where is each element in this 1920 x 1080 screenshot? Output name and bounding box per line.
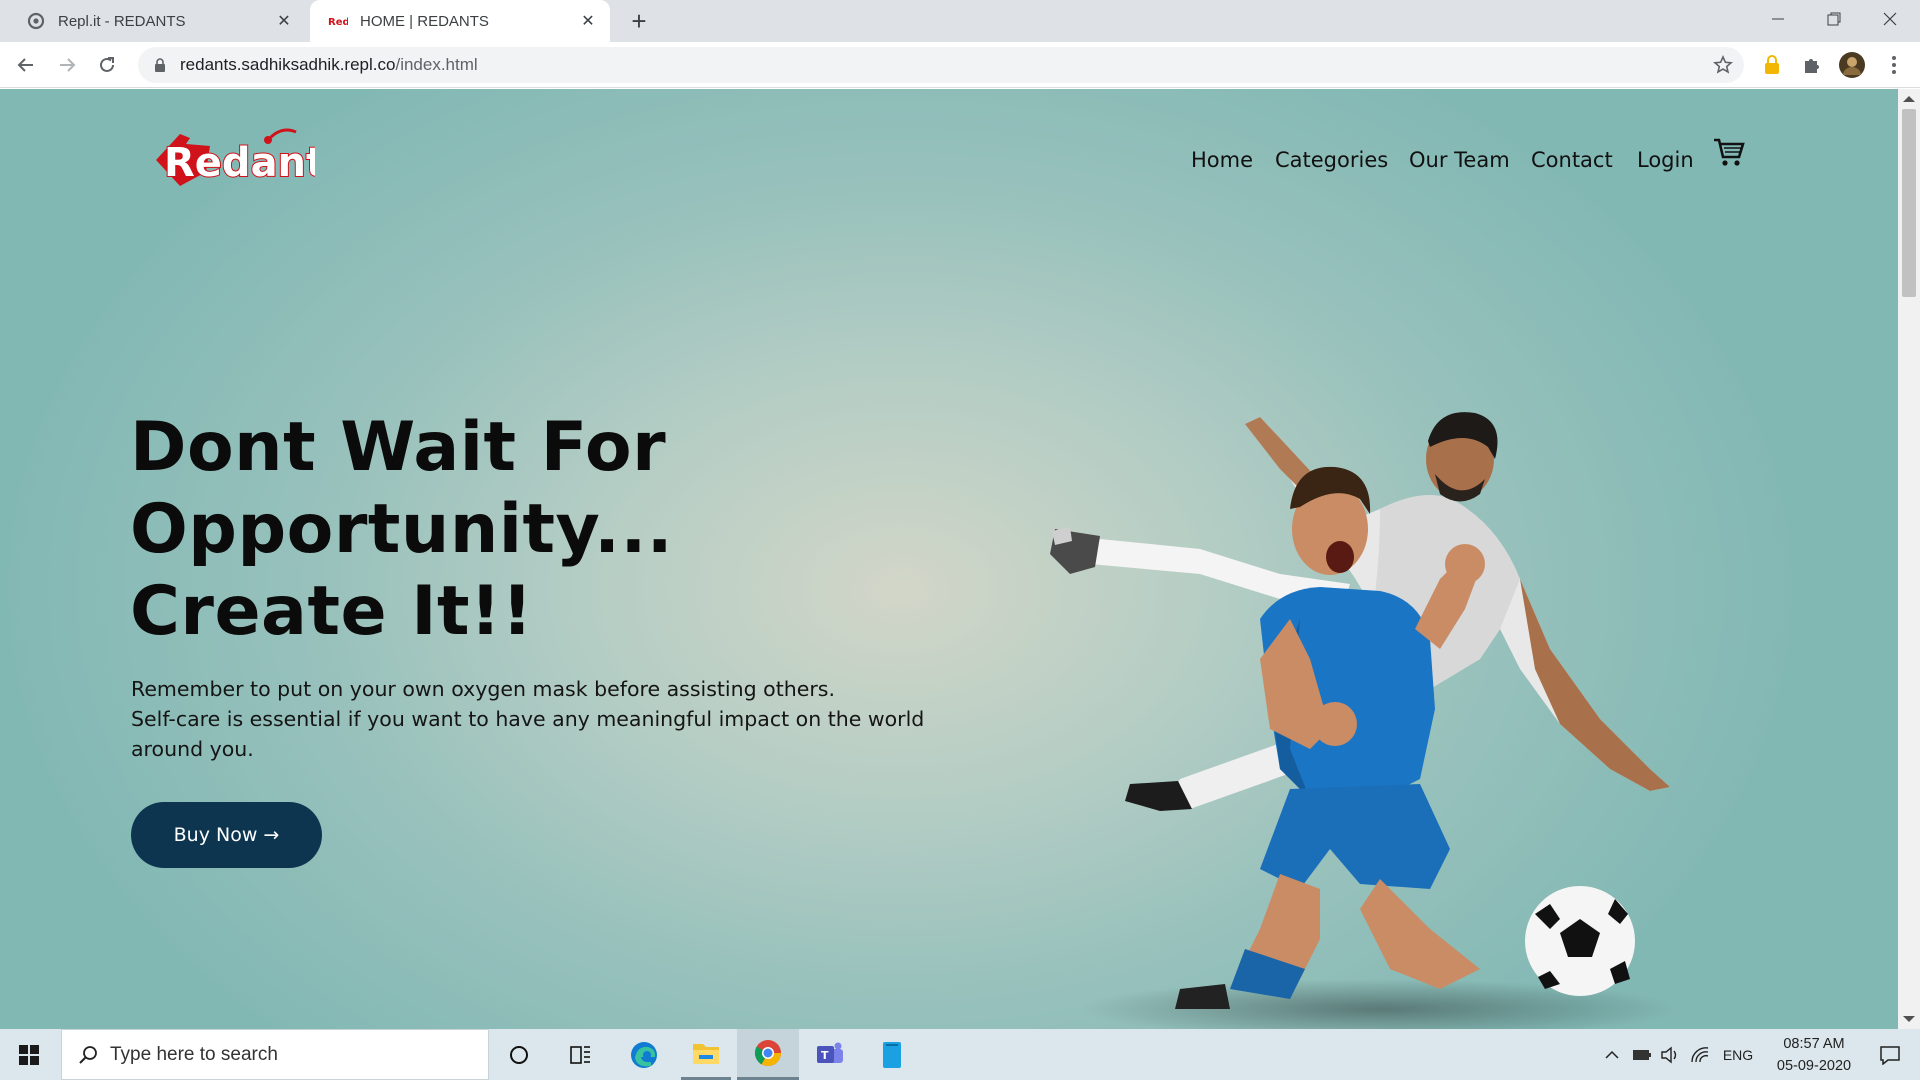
windows-start-icon[interactable] bbox=[0, 1029, 58, 1080]
browser-toolbar: redants.sadhiksadhik.repl.co/index.html bbox=[0, 42, 1920, 88]
nav-home[interactable]: Home bbox=[1191, 148, 1253, 172]
cortana-icon[interactable] bbox=[495, 1029, 543, 1080]
url-path: /index.html bbox=[395, 55, 478, 74]
redant-logo[interactable]: Redant bbox=[150, 124, 326, 192]
scroll-up-arrow-icon[interactable] bbox=[1903, 96, 1915, 102]
hero-subtext: Remember to put on your own oxygen mask … bbox=[131, 674, 931, 764]
teams-icon[interactable]: T bbox=[805, 1029, 855, 1080]
headline-line: Dont Wait For bbox=[130, 408, 667, 487]
bookmark-star-icon[interactable] bbox=[1712, 54, 1734, 76]
scroll-down-arrow-icon[interactable] bbox=[1903, 1016, 1915, 1022]
tray-chevron-up-icon[interactable] bbox=[1600, 1029, 1624, 1080]
notifications-icon[interactable] bbox=[1866, 1029, 1914, 1080]
subtext-line: Remember to put on your own oxygen mask … bbox=[131, 677, 835, 701]
edge-icon[interactable] bbox=[619, 1029, 669, 1080]
menu-kebab-icon[interactable] bbox=[1882, 53, 1906, 77]
scroll-thumb[interactable] bbox=[1902, 109, 1916, 297]
tab-title: Repl.it - REDANTS bbox=[58, 12, 186, 30]
file-explorer-icon[interactable] bbox=[681, 1029, 731, 1080]
restore-button[interactable] bbox=[1806, 0, 1862, 38]
tab-replit[interactable]: Repl.it - REDANTS ✕ bbox=[8, 0, 306, 42]
clock-time: 08:57 AM bbox=[1783, 1036, 1845, 1052]
extensions-puzzle-icon[interactable] bbox=[1800, 53, 1824, 77]
svg-text:Redant: Redant bbox=[164, 140, 315, 186]
lock-icon bbox=[152, 57, 168, 73]
tab-home[interactable]: Red HOME | REDANTS ✕ bbox=[310, 0, 610, 42]
close-window-button[interactable] bbox=[1862, 0, 1918, 38]
page-scrollbar[interactable] bbox=[1898, 89, 1920, 1029]
chrome-icon[interactable] bbox=[737, 1029, 799, 1080]
buy-now-button[interactable]: Buy Now → bbox=[131, 802, 322, 868]
reload-icon[interactable] bbox=[91, 49, 123, 81]
volume-icon[interactable] bbox=[1656, 1029, 1684, 1080]
address-bar[interactable]: redants.sadhiksadhik.repl.co/index.html bbox=[138, 47, 1744, 83]
tab-strip: Repl.it - REDANTS ✕ Red HOME | REDANTS ✕… bbox=[0, 0, 1920, 42]
redant-favicon: Red bbox=[328, 11, 348, 31]
wifi-icon[interactable] bbox=[1686, 1029, 1714, 1080]
taskbar-clock[interactable]: 08:57 AM 05-09-2020 bbox=[1764, 1033, 1864, 1077]
football-players-image bbox=[1050, 412, 1680, 1029]
nav-contact[interactable]: Contact bbox=[1531, 148, 1613, 172]
subtext-line: around you. bbox=[131, 737, 254, 761]
url-host: redants.sadhiksadhik.repl.co bbox=[180, 55, 396, 74]
forward-icon[interactable] bbox=[51, 49, 83, 81]
battery-icon[interactable] bbox=[1628, 1029, 1656, 1080]
minimize-button[interactable] bbox=[1750, 0, 1806, 38]
cart-icon[interactable] bbox=[1712, 135, 1746, 169]
headline-line: Opportunity... bbox=[130, 490, 674, 569]
url-text: redants.sadhiksadhik.repl.co/index.html bbox=[180, 55, 478, 75]
notes-app-icon[interactable] bbox=[867, 1029, 917, 1080]
search-placeholder: Type here to search bbox=[110, 1043, 278, 1065]
search-icon bbox=[78, 1045, 98, 1065]
headline-line: Create It!! bbox=[130, 572, 534, 651]
taskbar-search-input[interactable]: Type here to search bbox=[61, 1029, 489, 1080]
svg-text:T: T bbox=[821, 1049, 829, 1062]
replit-icon bbox=[26, 11, 46, 31]
nav-our-team[interactable]: Our Team bbox=[1409, 148, 1510, 172]
tab-title: HOME | REDANTS bbox=[360, 12, 489, 30]
subtext-line: Self-care is essential if you want to ha… bbox=[131, 707, 925, 731]
password-lock-icon[interactable] bbox=[1760, 53, 1784, 77]
hero-headline: Dont Wait For Opportunity... Create It!! bbox=[130, 407, 930, 653]
language-indicator[interactable]: ENG bbox=[1718, 1029, 1758, 1080]
svg-text:Red: Red bbox=[328, 17, 348, 28]
close-icon[interactable]: ✕ bbox=[576, 9, 600, 33]
task-view-icon[interactable] bbox=[556, 1029, 604, 1080]
page-viewport: Redant Home Categories Our Team Contact … bbox=[0, 89, 1898, 1029]
close-icon[interactable]: ✕ bbox=[272, 9, 296, 33]
profile-avatar[interactable] bbox=[1838, 51, 1866, 79]
back-icon[interactable] bbox=[10, 49, 42, 81]
nav-login[interactable]: Login bbox=[1637, 148, 1694, 172]
nav-categories[interactable]: Categories bbox=[1275, 148, 1388, 172]
windows-taskbar: Type here to search T ENG 08:57 AM 05-09… bbox=[0, 1029, 1920, 1080]
clock-date: 05-09-2020 bbox=[1776, 1058, 1852, 1074]
new-tab-button[interactable]: + bbox=[624, 6, 654, 36]
